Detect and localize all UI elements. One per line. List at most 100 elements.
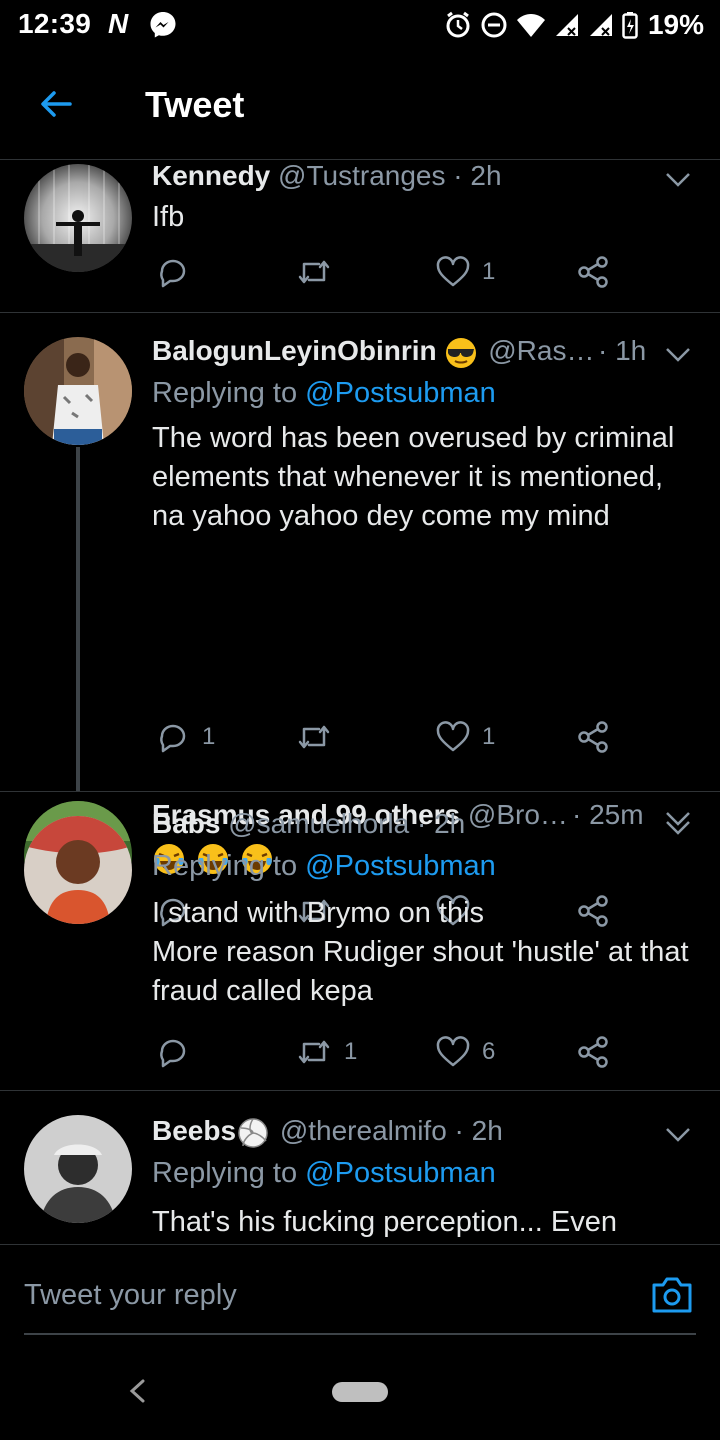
status-icons: 19% [444, 8, 704, 42]
reply-icon [160, 724, 186, 753]
nav-back-icon[interactable] [126, 1378, 150, 1404]
system-nav-bar [0, 1340, 720, 1440]
share-icon [578, 1036, 608, 1068]
like-button[interactable]: 1 [436, 252, 495, 292]
like-count: 1 [482, 723, 496, 750]
tweet-header: Kennedy @Tustranges · 2h [152, 160, 630, 200]
avatar[interactable] [24, 1115, 132, 1223]
tweet-babs[interactable]: Babs @samuelhorla · 2h Replying to @Post… [0, 792, 720, 1090]
signal-icon-2 [589, 14, 612, 36]
tweet-time: · 2h [416, 808, 466, 839]
user-handle[interactable]: @samuelhorla [228, 808, 409, 839]
tweet-text: I stand with Brymo on this More reason R… [152, 894, 697, 1011]
like-count: 1 [482, 258, 496, 285]
heart-icon [436, 721, 470, 752]
mention-link[interactable]: @Postsubman [305, 850, 496, 882]
signal-icon [555, 14, 578, 36]
tweet-text-line: More reason Rudiger shout 'hustle' at th… [152, 936, 689, 1007]
tweet-text: That's his fucking perception... Even [152, 1206, 617, 1238]
like-button[interactable]: 6 [436, 1032, 495, 1072]
user-handle[interactable]: @Tustranges [278, 160, 445, 191]
tweet-time: · 2h [453, 160, 502, 191]
heart-icon [436, 256, 470, 287]
network-n-icon: N [108, 8, 129, 39]
status-bar: 12:39 N 19% [0, 0, 720, 50]
app-header: Tweet [0, 50, 720, 160]
display-name[interactable]: Beebs [152, 1115, 236, 1146]
reply-count: 1 [202, 723, 216, 750]
reply-input[interactable]: Tweet your reply [24, 1279, 237, 1312]
arrow-left-icon[interactable] [36, 84, 76, 124]
battery-percent: 19% [647, 9, 704, 40]
retweet-icon [298, 1040, 330, 1064]
user-handle[interactable]: @Ras… [488, 335, 594, 366]
replying-prefix: Replying to [152, 377, 298, 409]
share-icon [578, 256, 608, 288]
like-count: 6 [482, 1038, 496, 1065]
reply-icon [160, 1039, 186, 1068]
reply-composer: Tweet your reply [0, 1244, 720, 1335]
tweet-kennedy[interactable]: Kennedy @Tustranges · 2h Ifb 1 [0, 160, 720, 312]
display-name[interactable]: Kennedy [152, 160, 270, 191]
sunglasses-emoji-icon [446, 337, 477, 368]
share-button[interactable] [576, 717, 610, 757]
retweet-button[interactable] [296, 717, 332, 757]
reply-feed[interactable]: Kennedy @Tustranges · 2h Ifb 1 BalogunLe… [0, 160, 720, 1244]
battery-icon [622, 12, 638, 39]
tweet-text: The word has been overused by criminal e… [152, 422, 675, 532]
retweet-icon [298, 260, 330, 284]
retweet-button[interactable]: 1 [296, 1032, 357, 1072]
volleyball-emoji-icon [238, 1117, 268, 1148]
tweet-text: Ifb [152, 201, 185, 233]
tweet-actions: 1 [152, 252, 622, 292]
tweet-header: BalogunLeyinObinrin @Ras… [152, 335, 600, 375]
like-button[interactable]: 1 [436, 717, 495, 757]
messenger-icon [150, 12, 176, 38]
replying-to: Replying to @Postsubman [152, 1157, 496, 1190]
wifi-icon [516, 14, 545, 37]
reply-button[interactable] [156, 252, 190, 292]
replying-prefix: Replying to [152, 850, 298, 882]
display-name[interactable]: BalogunLeyinObinrin [152, 335, 437, 366]
mention-link[interactable]: @Postsubman [305, 1157, 496, 1189]
input-underline [24, 1333, 696, 1335]
retweet-count: 1 [344, 1038, 358, 1065]
camera-icon[interactable] [650, 1275, 694, 1315]
tweet-time: · 2h [454, 1115, 503, 1146]
do-not-disturb-icon [481, 12, 507, 38]
retweet-icon [298, 725, 330, 749]
chevron-down-icon[interactable] [664, 1125, 692, 1145]
mention-link[interactable]: @Postsubman [305, 377, 496, 409]
reply-button[interactable]: 1 [156, 717, 215, 757]
share-icon [578, 721, 608, 753]
tweet-beebs[interactable]: Beebs @therealmifo · 2h Replying to @Pos… [0, 1091, 720, 1244]
tweet-actions: 1 1 [152, 717, 622, 757]
tweet-header: Babs @samuelhorla · 2h [152, 808, 630, 848]
chevron-down-icon[interactable] [664, 345, 692, 365]
tweet-text-line: I stand with Brymo on this [152, 897, 485, 929]
user-handle[interactable]: @therealmifo [280, 1115, 447, 1146]
display-name[interactable]: Babs [152, 808, 220, 839]
status-time: 12:39 [18, 8, 92, 39]
share-button[interactable] [576, 252, 610, 292]
replying-to: Replying to @Postsubman [152, 377, 496, 410]
avatar[interactable] [24, 164, 132, 272]
heart-icon [436, 1036, 470, 1067]
tweet-time: · 1h [598, 335, 647, 366]
retweet-button[interactable] [296, 252, 332, 292]
replying-to: Replying to @Postsubman [152, 850, 496, 883]
thread-line [76, 447, 80, 791]
reply-button[interactable] [156, 1032, 190, 1072]
tweet-header: Beebs @therealmifo · 2h [152, 1115, 630, 1155]
alarm-icon [446, 11, 470, 38]
share-button[interactable] [576, 1032, 610, 1072]
home-pill[interactable] [332, 1382, 388, 1402]
page-title: Tweet [145, 84, 245, 125]
chevron-down-icon[interactable] [664, 818, 692, 838]
reply-icon [160, 259, 186, 288]
avatar[interactable] [24, 816, 132, 924]
replying-prefix: Replying to [152, 1157, 298, 1189]
avatar[interactable] [24, 337, 132, 445]
chevron-down-icon[interactable] [664, 170, 692, 190]
tweet-actions: 1 6 [152, 1032, 622, 1072]
